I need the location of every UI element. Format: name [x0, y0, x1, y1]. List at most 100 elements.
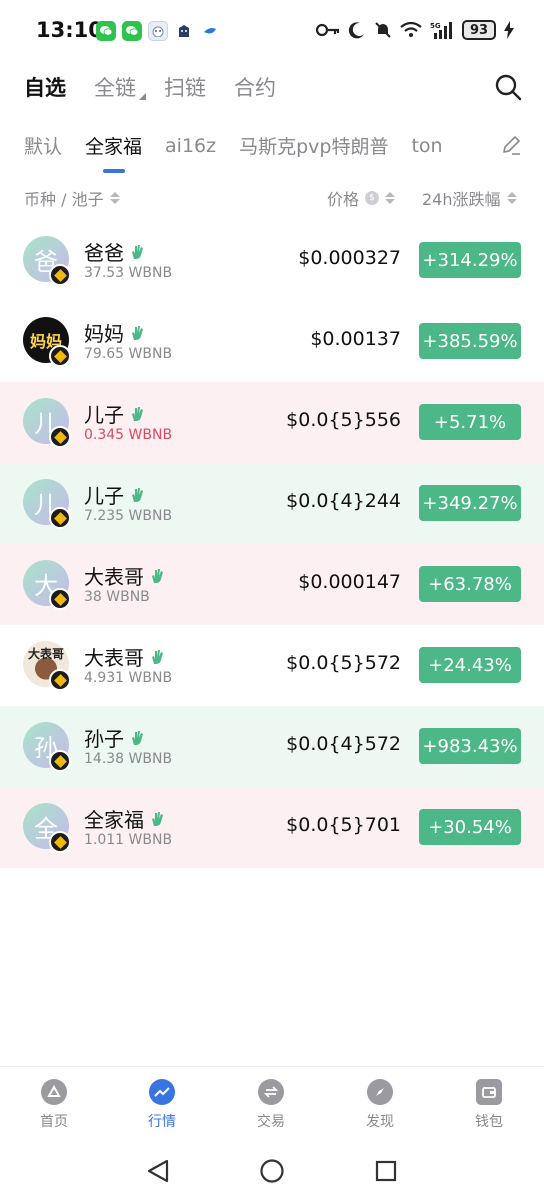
- group-tab-ton[interactable]: ton: [411, 135, 442, 157]
- pool-liquidity: 7.235 WBNB: [84, 508, 173, 524]
- token-name-wrap: 大表哥: [84, 642, 164, 671]
- token-row[interactable]: 大表哥 大表哥 4.931 WBNB $0.0{5}572 +24.43%: [0, 625, 544, 706]
- bnb-chain-icon: [49, 264, 71, 286]
- nav-home-label: 首页: [40, 1114, 68, 1130]
- system-icons: 5G 93: [316, 20, 514, 40]
- watchlist-group-tabs: 默认 全家福 ai16z 马斯克pvp特朗普 ton: [24, 132, 466, 173]
- token-row[interactable]: 孙 孙子 14.38 WBNB $0.0{4}572 +983.43%: [0, 706, 544, 787]
- pool-liquidity: 37.53 WBNB: [84, 265, 173, 281]
- wechat-icon: [96, 21, 116, 41]
- market-chart-icon: [149, 1079, 175, 1105]
- hand-wave-icon: [132, 406, 143, 421]
- change-column-label: 24h涨跌幅: [422, 190, 501, 209]
- bnb-chain-icon: [49, 669, 71, 691]
- bnb-chain-icon: [49, 426, 71, 448]
- token-name-wrap: 儿子: [84, 399, 144, 428]
- nav-wallet-label: 钱包: [475, 1114, 503, 1130]
- hand-wave-icon: [132, 325, 143, 340]
- search-icon[interactable]: [494, 73, 522, 101]
- bnb-chain-icon: [49, 831, 71, 853]
- hand-wave-icon: [132, 487, 143, 502]
- tab-all-chains-label: 全链: [94, 76, 136, 100]
- token-name-wrap: 全家福: [84, 804, 164, 833]
- hand-wave-icon: [152, 568, 163, 583]
- nav-home[interactable]: 首页: [14, 1079, 94, 1131]
- nav-market[interactable]: 行情: [122, 1079, 202, 1131]
- token-price: $0.000147: [298, 571, 401, 593]
- bnb-chain-icon: [49, 588, 71, 610]
- token-price: $0.0{4}244: [286, 490, 401, 512]
- tab-watchlist[interactable]: 自选: [24, 72, 66, 102]
- change-badge: +983.43%: [419, 728, 521, 764]
- nav-discover-label: 发现: [366, 1114, 394, 1130]
- back-icon[interactable]: [146, 1158, 170, 1184]
- group-tab-family[interactable]: 全家福: [85, 132, 142, 173]
- tab-scan-chain[interactable]: 扫链: [164, 72, 206, 102]
- status-time: 13:10: [36, 18, 103, 42]
- token-name: 儿子: [84, 484, 124, 508]
- home-circle-icon[interactable]: [259, 1158, 285, 1184]
- nav-market-label: 行情: [148, 1114, 176, 1130]
- pool-liquidity: 4.931 WBNB: [84, 670, 173, 686]
- token-row[interactable]: 全 全家福 1.011 WBNB $0.0{5}701 +30.54%: [0, 787, 544, 868]
- wifi-icon: [400, 22, 422, 37]
- hand-wave-icon: [152, 811, 163, 826]
- pool-liquidity: 0.345 WBNB: [84, 427, 173, 443]
- bird-app-icon: [200, 21, 220, 41]
- recents-square-icon[interactable]: [374, 1158, 398, 1184]
- token-row[interactable]: 爸 爸爸 37.53 WBNB $0.000327 +314.29%: [0, 220, 544, 301]
- nav-wallet[interactable]: 钱包: [449, 1079, 529, 1131]
- cat-app-icon: [148, 21, 168, 41]
- token-price: $0.0{5}701: [286, 814, 401, 836]
- pool-liquidity: 79.65 WBNB: [84, 346, 173, 362]
- change-badge: +63.78%: [419, 566, 521, 602]
- token-row[interactable]: 妈妈 妈妈 79.65 WBNB $0.00137 +385.59%: [0, 301, 544, 382]
- bnb-chain-icon: [49, 345, 71, 367]
- bnb-chain-icon: [49, 507, 71, 529]
- charging-icon: [504, 21, 514, 39]
- token-row[interactable]: 儿 儿子 7.235 WBNB $0.0{4}244 +349.27%: [0, 463, 544, 544]
- token-row[interactable]: 儿 儿子 0.345 WBNB $0.0{5}556 +5.71%: [0, 382, 544, 463]
- token-price: $0.0{5}572: [286, 652, 401, 674]
- group-tab-musk-pvp-trump[interactable]: 马斯克pvp特朗普: [239, 132, 388, 159]
- nav-trade[interactable]: 交易: [231, 1079, 311, 1131]
- system-navigation: [0, 1144, 544, 1200]
- change-badge: +385.59%: [419, 323, 521, 359]
- hand-wave-icon: [132, 244, 143, 259]
- mute-bell-icon: [375, 22, 391, 38]
- compass-icon: [367, 1079, 393, 1105]
- column-headers: 币种 / 池子 价格 $ 24h涨跌幅: [0, 184, 544, 210]
- token-name-wrap: 妈妈: [84, 318, 144, 347]
- dropdown-caret-icon: [139, 93, 146, 100]
- token-name: 孙子: [84, 727, 124, 751]
- hand-wave-icon: [132, 730, 143, 745]
- sort-by-change[interactable]: 24h涨跌幅: [422, 186, 517, 210]
- sort-by-price[interactable]: 价格 $: [327, 186, 396, 210]
- sort-by-token[interactable]: 币种 / 池子: [24, 186, 120, 210]
- currency-switch-icon[interactable]: $: [365, 191, 380, 205]
- change-badge: +349.27%: [419, 485, 521, 521]
- group-tab-ai16z[interactable]: ai16z: [165, 135, 216, 157]
- home-icon: [41, 1079, 67, 1105]
- token-price: $0.000327: [298, 247, 401, 269]
- key-icon: [316, 23, 340, 37]
- sort-arrows-icon: [506, 192, 517, 204]
- wechat-icon: [122, 21, 142, 41]
- token-name: 妈妈: [84, 322, 124, 346]
- token-row[interactable]: 大 大表哥 38 WBNB $0.000147 +63.78%: [0, 544, 544, 625]
- moon-icon: [348, 22, 364, 39]
- top-tabs: 自选 全链 扫链 合约: [24, 72, 304, 102]
- hand-wave-icon: [152, 649, 163, 664]
- nav-discover[interactable]: 发现: [340, 1079, 420, 1131]
- edit-pencil-icon[interactable]: [500, 134, 522, 156]
- token-name: 爸爸: [84, 241, 124, 265]
- pool-liquidity: 14.38 WBNB: [84, 751, 173, 767]
- swap-icon: [258, 1079, 284, 1105]
- sort-arrows-icon: [385, 192, 396, 204]
- group-tab-default[interactable]: 默认: [24, 132, 62, 159]
- tab-all-chains[interactable]: 全链: [94, 72, 146, 102]
- sort-arrows-icon: [109, 192, 120, 204]
- token-name: 儿子: [84, 403, 124, 427]
- tab-contract[interactable]: 合约: [234, 72, 276, 102]
- signal-icon: 5G: [430, 22, 452, 39]
